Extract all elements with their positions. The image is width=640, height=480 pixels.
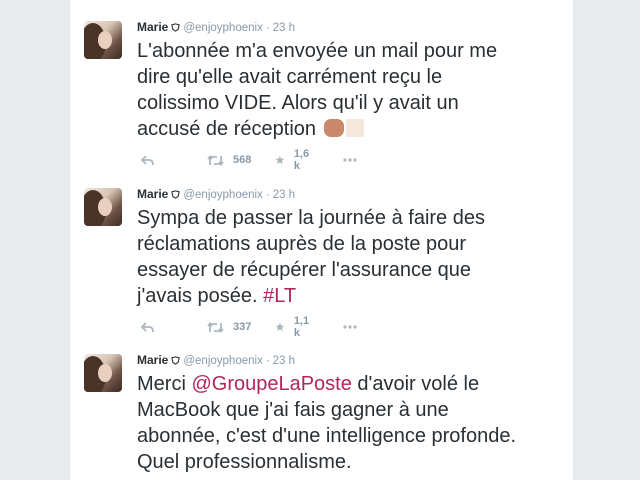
tweet-text-line: Quel professionnalisme. [137,451,352,473]
tweet-time[interactable]: 23 h [273,189,295,201]
like-star-icon [275,155,285,165]
tweet[interactable]: Marie @enjoyphoenix · 23 h L'abonnée m'a en… [70,11,573,179]
tweet-text: Merci @GroupeLaPoste d'avoir volé le Mac… [137,371,567,475]
more-button[interactable] [343,152,357,168]
like-button[interactable]: 1,6 k [275,148,312,172]
clapping-hands-emoji [323,119,344,137]
tweet-text-line: dire qu'elle avait carrément reçu le [137,66,443,88]
verified-badge-icon [171,23,181,32]
tweet-text-line: Merci [137,373,186,395]
tweet-timeline: Marie @enjoyphoenix · 23 h L'abonnée m'a en… [69,0,574,480]
author-handle[interactable]: @enjoyphoenix [183,355,262,367]
retweet-icon [207,154,224,166]
reply-button[interactable] [141,319,154,335]
separator: · [265,22,270,34]
tweet-text: L'abonnée m'a envoyée un mail pour me di… [137,38,567,142]
tweet-text-line: L'abonnée m'a envoyée un mail pour me [137,40,498,62]
reply-button[interactable] [141,152,154,168]
verified-badge-icon [171,356,181,365]
avatar[interactable] [84,21,122,59]
tweet[interactable]: Marie @enjoyphoenix · 23 h Merci @GroupeLaP… [70,344,573,480]
more-dots-icon [343,158,357,162]
like-button[interactable]: 1,1 k [275,315,312,339]
tweet-text-line: MacBook que j'ai fais gagner à une [137,399,449,421]
author-name[interactable]: Marie [137,20,168,34]
author-name[interactable]: Marie [137,353,168,367]
tweet-text-line: colissimo VIDE. Alors qu'il y avait un [137,92,459,114]
reply-icon [141,321,154,332]
tweet-header: Marie @enjoyphoenix · 23 h [137,20,295,36]
tweet-time[interactable]: 23 h [273,22,295,34]
like-count: 1,6 k [293,148,310,172]
tweet-text: Sympa de passer la journée à faire des r… [137,205,567,309]
retweet-count: 568 [233,154,252,166]
tweet-text-line: abonnée, c'est d'une intelligence profon… [137,425,517,447]
tweet-text-line: réclamations auprès de la poste pour [137,233,467,255]
unsupported-emoji-box [345,119,364,137]
like-count: 1,1 k [293,315,310,339]
tweet-text-line: essayer de récupérer l'assurance que [137,259,472,281]
mention-link[interactable]: @GroupeLaPoste [191,373,351,395]
tweet-text-line: j'avais posée. [137,285,258,307]
tweet-text-line-wrap: j'avais posée. #LT [137,283,567,309]
tweet-text-line: Sympa de passer la journée à faire des [137,207,485,229]
separator: · [265,355,270,367]
tweet[interactable]: Marie @enjoyphoenix · 23 h Sympa de passer … [70,178,573,345]
author-name[interactable]: Marie [137,187,168,201]
tweet-text-line: d'avoir volé le [357,373,480,395]
retweet-button[interactable]: 337 [207,319,251,335]
avatar[interactable] [84,354,122,392]
reply-icon [141,154,154,165]
retweet-button[interactable]: 568 [207,152,251,168]
tweet-header: Marie @enjoyphoenix · 23 h [137,187,295,203]
hashtag-link[interactable]: #LT [263,285,296,307]
avatar[interactable] [84,188,122,226]
more-button[interactable] [343,319,357,335]
like-star-icon [275,322,285,332]
author-handle[interactable]: @enjoyphoenix [183,22,262,34]
retweet-icon [207,321,224,333]
retweet-count: 337 [233,321,252,333]
separator: · [265,189,270,201]
more-dots-icon [343,325,357,329]
tweet-header: Marie @enjoyphoenix · 23 h [137,353,295,369]
author-handle[interactable]: @enjoyphoenix [183,189,262,201]
tweet-time[interactable]: 23 h [273,355,295,367]
tweet-text-line: accusé de réception [137,118,317,140]
tweet-text-line-wrap: accusé de réception [137,116,567,142]
tweet-text-line-wrap: Merci @GroupeLaPoste d'avoir volé le [137,371,567,397]
verified-badge-icon [171,190,181,199]
